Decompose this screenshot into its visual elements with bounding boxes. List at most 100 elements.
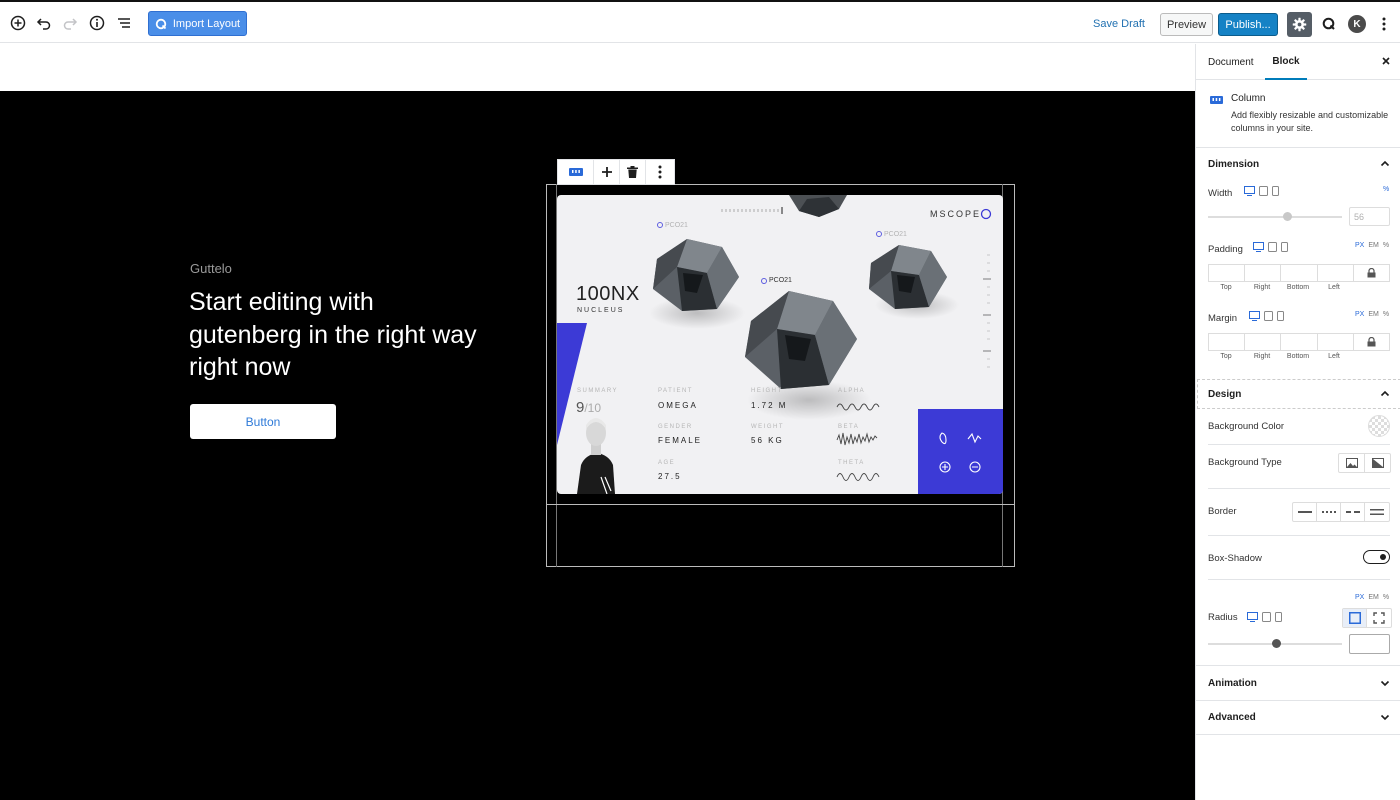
margin-left-input[interactable] <box>1318 334 1354 350</box>
radius-slider-handle[interactable] <box>1272 639 1281 648</box>
hero-button[interactable]: Button <box>190 404 336 439</box>
unit-percent[interactable]: % <box>1383 594 1389 601</box>
block-navigation-button[interactable] <box>111 10 137 36</box>
unit-em[interactable]: EM <box>1368 311 1379 318</box>
background-image-button[interactable] <box>1339 454 1365 472</box>
unit-em[interactable]: EM <box>1368 594 1379 601</box>
padding-top-input[interactable] <box>1209 265 1246 281</box>
add-block-button[interactable] <box>5 10 31 36</box>
save-draft-button[interactable]: Save Draft <box>1090 14 1148 34</box>
radius-label: Radius <box>1208 612 1238 623</box>
chevron-down-icon[interactable] <box>1380 712 1390 722</box>
margin-units: PX EM % <box>1355 311 1389 318</box>
delete-block-button[interactable] <box>620 160 646 184</box>
margin-bottom-input[interactable] <box>1281 334 1318 350</box>
padding-left-input[interactable] <box>1318 265 1354 281</box>
mockup-headline: 100NX <box>576 283 640 305</box>
padding-bottom-input[interactable] <box>1281 265 1318 281</box>
block-more-options-button[interactable] <box>646 160 674 184</box>
qubely-button[interactable] <box>1318 13 1340 35</box>
tablet-icon[interactable] <box>1259 186 1268 196</box>
desktop-icon[interactable] <box>1244 186 1255 196</box>
chevron-down-icon[interactable] <box>1380 678 1390 688</box>
vertical-dots-icon <box>1382 17 1386 31</box>
block-type-button[interactable] <box>558 160 594 184</box>
desktop-icon[interactable] <box>1249 311 1260 321</box>
undo-button[interactable] <box>31 10 57 36</box>
import-layout-label: Import Layout <box>172 17 241 30</box>
width-slider[interactable] <box>1208 216 1342 218</box>
publish-button[interactable]: Publish... <box>1218 13 1278 36</box>
panel-advanced-title[interactable]: Advanced <box>1208 712 1256 723</box>
mockup-image[interactable]: MSCOPE 100NX NUCLEUS PCO21 PCO21 PCO21 S… <box>557 195 1003 494</box>
tablet-icon[interactable] <box>1264 311 1273 321</box>
side-label-left: Left <box>1328 353 1340 360</box>
width-input[interactable]: 56 <box>1349 207 1390 226</box>
add-inner-block-button[interactable] <box>594 160 620 184</box>
preview-button[interactable]: Preview <box>1160 13 1213 36</box>
desktop-icon[interactable] <box>1247 612 1258 622</box>
unit-px[interactable]: PX <box>1355 242 1364 249</box>
radius-global-button[interactable] <box>1343 609 1367 627</box>
mobile-icon[interactable] <box>1277 311 1284 321</box>
mockup-field-label: GENDER <box>658 424 693 430</box>
padding-right-input[interactable] <box>1245 265 1282 281</box>
info-icon <box>89 15 105 31</box>
side-label-top: Top <box>1220 353 1232 360</box>
border-dashed-button[interactable] <box>1341 503 1365 521</box>
solid-line-icon <box>1297 511 1312 513</box>
panel-design-title[interactable]: Design <box>1208 389 1241 400</box>
border-double-button[interactable] <box>1365 503 1389 521</box>
unit-percent[interactable]: % <box>1383 242 1389 249</box>
margin-top-input[interactable] <box>1209 334 1246 350</box>
user-avatar[interactable]: K <box>1348 15 1366 33</box>
unit-px[interactable]: PX <box>1355 311 1364 318</box>
padding-link-button[interactable] <box>1354 265 1389 281</box>
more-options-button[interactable] <box>1377 13 1391 35</box>
radius-input[interactable] <box>1349 634 1390 654</box>
tab-block[interactable]: Block <box>1265 44 1307 80</box>
hero-kicker[interactable]: Guttelo <box>190 261 232 276</box>
panel-animation-title[interactable]: Animation <box>1208 678 1257 689</box>
desktop-icon[interactable] <box>1253 242 1264 252</box>
mobile-icon[interactable] <box>1275 612 1282 622</box>
mockup-summary: 9/10 <box>576 399 601 416</box>
mobile-icon[interactable] <box>1281 242 1288 252</box>
border-dotted-button[interactable] <box>1317 503 1341 521</box>
canvas-top-area <box>0 44 1195 91</box>
width-slider-handle[interactable] <box>1283 212 1292 221</box>
panel-dimension-title[interactable]: Dimension <box>1208 159 1259 170</box>
tab-document[interactable]: Document <box>1208 44 1254 80</box>
divider <box>1208 579 1390 580</box>
columns-icon <box>568 168 583 176</box>
block-card-title: Column <box>1231 93 1266 104</box>
margin-right-input[interactable] <box>1245 334 1282 350</box>
background-color-swatch[interactable] <box>1368 415 1390 437</box>
width-unit[interactable]: % <box>1383 186 1389 193</box>
unit-percent[interactable]: % <box>1383 311 1389 318</box>
mockup-control-panel <box>918 409 1003 494</box>
unit-px[interactable]: PX <box>1355 594 1364 601</box>
box-shadow-toggle[interactable] <box>1363 550 1390 564</box>
background-gradient-button[interactable] <box>1365 454 1390 472</box>
mockup-field-value: FEMALE <box>658 436 703 445</box>
tablet-icon[interactable] <box>1268 242 1277 252</box>
hero-title[interactable]: Start editing with gutenberg in the righ… <box>189 286 479 384</box>
unit-em[interactable]: EM <box>1368 242 1379 249</box>
margin-link-button[interactable] <box>1354 334 1389 350</box>
width-unit-percent[interactable]: % <box>1383 186 1389 193</box>
radius-custom-button[interactable] <box>1367 609 1391 627</box>
import-layout-button[interactable]: Import Layout <box>148 11 247 36</box>
border-solid-button[interactable] <box>1293 503 1317 521</box>
redo-button[interactable] <box>57 10 83 36</box>
chevron-up-icon[interactable] <box>1380 159 1390 169</box>
divider <box>1196 665 1400 666</box>
q-logo-icon <box>155 18 167 29</box>
radius-mode-switcher <box>1342 608 1392 628</box>
mobile-icon[interactable] <box>1272 186 1279 196</box>
tablet-icon[interactable] <box>1262 612 1271 622</box>
chevron-up-icon[interactable] <box>1380 389 1390 399</box>
content-info-button[interactable] <box>84 10 110 36</box>
settings-button[interactable] <box>1287 12 1312 37</box>
close-sidebar-button[interactable] <box>1380 55 1392 67</box>
